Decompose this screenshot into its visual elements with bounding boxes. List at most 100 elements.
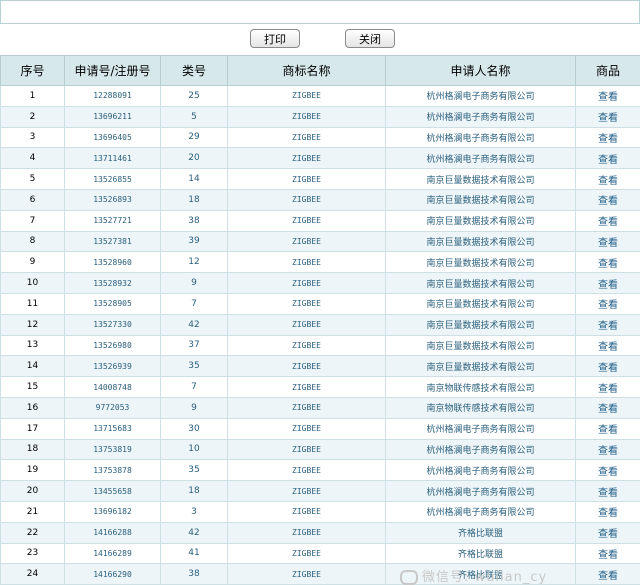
row-seq: 8 <box>0 230 65 253</box>
view-link[interactable]: 查看 <box>575 230 640 253</box>
row-mark-name: ZIGBEE <box>227 438 386 461</box>
row-applicant: 杭州格澜电子商务有限公司 <box>385 147 576 170</box>
row-class: 12 <box>160 251 228 274</box>
row-mark-name: ZIGBEE <box>227 376 386 398</box>
toolbar: 打印 关闭 <box>0 28 640 52</box>
row-applicant: 南京巨量数据技术有限公司 <box>385 355 576 378</box>
row-app-no: 9772053 <box>64 396 161 419</box>
row-mark-name: ZIGBEE <box>227 105 386 128</box>
view-link[interactable]: 查看 <box>575 209 640 232</box>
row-mark-name: ZIGBEE <box>227 126 386 149</box>
table-row: 6 13526893 18 ZIGBEE 南京巨量数据技术有限公司 查看 <box>0 188 640 211</box>
row-mark-name: ZIGBEE <box>227 168 386 190</box>
close-button[interactable]: 关闭 <box>345 29 395 48</box>
table-row: 22 14166288 42 ZIGBEE 齐格比联盟 查看 <box>0 521 640 544</box>
view-link[interactable]: 查看 <box>575 438 640 461</box>
row-mark-name: ZIGBEE <box>227 292 386 315</box>
row-seq: 17 <box>0 417 65 440</box>
view-link[interactable]: 查看 <box>575 542 640 565</box>
row-seq: 12 <box>0 313 65 336</box>
table-row: 12 13527330 42 ZIGBEE 南京巨量数据技术有限公司 查看 <box>0 313 640 336</box>
row-app-no: 13753878 <box>64 459 161 482</box>
view-link[interactable]: 查看 <box>575 188 640 211</box>
view-link[interactable]: 查看 <box>575 251 640 274</box>
row-applicant: 齐格比联盟 <box>385 521 576 544</box>
row-class: 37 <box>160 334 228 357</box>
row-seq: 16 <box>0 396 65 419</box>
row-mark-name: ZIGBEE <box>227 272 386 294</box>
trademark-table: 序号 申请号/注册号 类号 商标名称 申请人名称 商品 1 12288091 25 ZIGBEE… <box>0 55 640 585</box>
view-link[interactable]: 查看 <box>575 480 640 502</box>
row-applicant: 齐格比联盟 <box>385 542 576 565</box>
row-app-no: 13528960 <box>64 251 161 274</box>
row-app-no: 13711461 <box>64 147 161 170</box>
header-applicant: 申请人名称 <box>385 55 576 86</box>
table-row: 5 13526855 14 ZIGBEE 南京巨量数据技术有限公司 查看 <box>0 168 640 190</box>
view-link[interactable]: 查看 <box>575 334 640 357</box>
row-seq: 2 <box>0 105 65 128</box>
view-link[interactable]: 查看 <box>575 292 640 315</box>
table-row: 10 13528932 9 ZIGBEE 南京巨量数据技术有限公司 查看 <box>0 272 640 294</box>
view-link[interactable]: 查看 <box>575 272 640 294</box>
row-mark-name: ZIGBEE <box>227 313 386 336</box>
row-applicant: 杭州格澜电子商务有限公司 <box>385 438 576 461</box>
row-class: 42 <box>160 521 228 544</box>
row-applicant: 南京巨量数据技术有限公司 <box>385 209 576 232</box>
row-class: 42 <box>160 313 228 336</box>
row-applicant: 南京巨量数据技术有限公司 <box>385 292 576 315</box>
row-class: 41 <box>160 542 228 565</box>
row-app-no: 13527721 <box>64 209 161 232</box>
row-app-no: 14166288 <box>64 521 161 544</box>
view-link[interactable]: 查看 <box>575 85 640 107</box>
row-applicant: 杭州格澜电子商务有限公司 <box>385 417 576 440</box>
view-link[interactable]: 查看 <box>575 105 640 128</box>
row-seq: 19 <box>0 459 65 482</box>
row-seq: 22 <box>0 521 65 544</box>
row-seq: 21 <box>0 500 65 523</box>
view-link[interactable]: 查看 <box>575 417 640 440</box>
print-button[interactable]: 打印 <box>250 29 300 48</box>
row-mark-name: ZIGBEE <box>227 209 386 232</box>
row-class: 9 <box>160 272 228 294</box>
row-app-no: 12288091 <box>64 85 161 107</box>
view-link[interactable]: 查看 <box>575 168 640 190</box>
row-class: 20 <box>160 147 228 170</box>
view-link[interactable]: 查看 <box>575 396 640 419</box>
table-body: 1 12288091 25 ZIGBEE 杭州格澜电子商务有限公司 查看 2 13696211… <box>0 85 640 585</box>
row-seq: 5 <box>0 168 65 190</box>
table-row: 23 14166289 41 ZIGBEE 齐格比联盟 查看 <box>0 542 640 565</box>
view-link[interactable]: 查看 <box>575 459 640 482</box>
table-row: 11 13528905 7 ZIGBEE 南京巨量数据技术有限公司 查看 <box>0 292 640 315</box>
view-link[interactable]: 查看 <box>575 563 640 585</box>
header-goods: 商品 <box>575 55 640 86</box>
view-link[interactable]: 查看 <box>575 500 640 523</box>
row-class: 35 <box>160 459 228 482</box>
row-applicant: 南京物联传感技术有限公司 <box>385 396 576 419</box>
table-row: 14 13526939 35 ZIGBEE 南京巨量数据技术有限公司 查看 <box>0 355 640 378</box>
view-link[interactable]: 查看 <box>575 355 640 378</box>
row-seq: 10 <box>0 272 65 294</box>
table-row: 3 13696405 29 ZIGBEE 杭州格澜电子商务有限公司 查看 <box>0 126 640 149</box>
row-class: 18 <box>160 480 228 502</box>
row-mark-name: ZIGBEE <box>227 459 386 482</box>
row-app-no: 13528932 <box>64 272 161 294</box>
table-row: 8 13527381 39 ZIGBEE 南京巨量数据技术有限公司 查看 <box>0 230 640 253</box>
row-class: 18 <box>160 188 228 211</box>
row-mark-name: ZIGBEE <box>227 334 386 357</box>
view-link[interactable]: 查看 <box>575 147 640 170</box>
row-applicant: 杭州格澜电子商务有限公司 <box>385 480 576 502</box>
view-link[interactable]: 查看 <box>575 126 640 149</box>
row-class: 10 <box>160 438 228 461</box>
row-seq: 13 <box>0 334 65 357</box>
row-mark-name: ZIGBEE <box>227 396 386 419</box>
view-link[interactable]: 查看 <box>575 376 640 398</box>
view-link[interactable]: 查看 <box>575 313 640 336</box>
table-row: 15 14008748 7 ZIGBEE 南京物联传感技术有限公司 查看 <box>0 376 640 398</box>
row-app-no: 13753819 <box>64 438 161 461</box>
table-row: 4 13711461 20 ZIGBEE 杭州格澜电子商务有限公司 查看 <box>0 147 640 170</box>
view-link[interactable]: 查看 <box>575 521 640 544</box>
row-app-no: 13455658 <box>64 480 161 502</box>
row-mark-name: ZIGBEE <box>227 147 386 170</box>
row-app-no: 14166290 <box>64 563 161 585</box>
row-class: 30 <box>160 417 228 440</box>
